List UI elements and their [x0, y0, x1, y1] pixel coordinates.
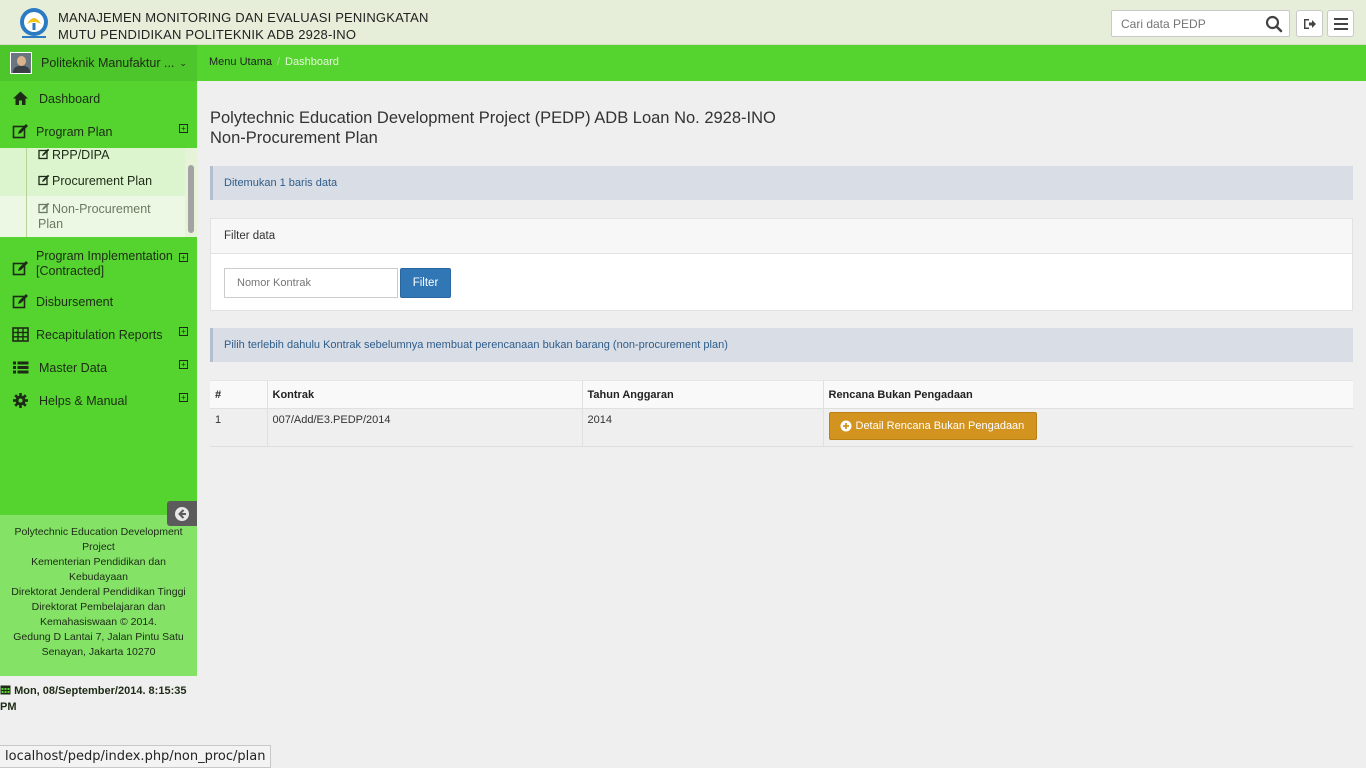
app-title-line2: MUTU PENDIDIKAN POLITEKNIK ADB 2928-INO [58, 27, 357, 42]
footer-line: Gedung D Lantai 7, Jalan Pintu Satu Sena… [13, 631, 184, 658]
cell-action: Detail Rencana Bukan Pengadaan [823, 408, 1353, 447]
edit-icon [38, 148, 50, 160]
datetime-text: Mon, 08/September/2014. 8:15:35 PM [0, 685, 187, 713]
sidebar-footer-info: Polytechnic Education Development Projec… [0, 515, 197, 676]
submenu-item-procurement-plan[interactable]: Procurement Plan [38, 174, 197, 188]
current-datetime: Mon, 08/September/2014. 8:15:35 PM [0, 683, 197, 715]
contract-table: # Kontrak Tahun Anggaran Rencana Bukan P… [210, 380, 1353, 447]
hamburger-menu-icon [1333, 17, 1348, 30]
table-row: 1 007/Add/E3.PEDP/2014 2014 Detail Renca… [210, 408, 1353, 447]
user-dropdown[interactable]: Politeknik Manufaktur ... ⌄ [0, 45, 197, 81]
avatar [10, 52, 32, 74]
home-icon [13, 91, 28, 105]
footer-line: Kementerian Pendidikan dan Kebudayaan [31, 556, 166, 583]
edit-icon [38, 202, 50, 214]
sidebar-item-label: Recapitulation Reports [36, 327, 163, 342]
submenu-label: RPP/DIPA [52, 148, 110, 162]
breadcrumb-separator: / [276, 56, 281, 68]
submenu-label: Procurement Plan [52, 174, 153, 188]
result-count-alert: Ditemukan 1 baris data [210, 166, 1353, 200]
footer-line: Direktorat Jenderal Pendidikan Tinggi [11, 586, 186, 598]
edit-icon [12, 124, 28, 139]
user-name: Politeknik Manufaktur ... [41, 56, 175, 70]
expand-icon[interactable]: + [179, 393, 188, 402]
nomor-kontrak-input[interactable] [224, 268, 398, 298]
scrollbar-thumb[interactable] [188, 165, 194, 233]
filter-panel-heading: Filter data [211, 219, 1352, 254]
table-icon [12, 327, 29, 342]
column-header-kontrak[interactable]: Kontrak [267, 380, 583, 409]
sign-out-icon [1303, 18, 1316, 29]
footer-line: Direktorat Pembelajaran dan Kemahasiswaa… [31, 601, 166, 628]
submenu-item-non-procurement-plan[interactable]: Non-Procurement Plan [38, 202, 178, 232]
expand-icon[interactable]: + [179, 124, 188, 133]
sidebar-item-label: Program Plan [36, 124, 113, 139]
expand-icon[interactable]: + [179, 360, 188, 369]
column-header-number[interactable]: # [210, 380, 268, 409]
calendar-icon [0, 685, 11, 695]
detail-button-label: Detail Rencana Bukan Pengadaan [855, 420, 1025, 432]
tut-wuri-handayani-logo[interactable] [17, 6, 51, 40]
program-plan-submenu: RPP/DIPA Procurement Plan Non-Procuremen… [0, 148, 197, 237]
app-header: MANAJEMEN MONITORING DAN EVALUASI PENING… [0, 0, 1366, 45]
collapse-sidebar-button[interactable] [167, 501, 197, 526]
edit-icon [12, 294, 28, 309]
sidebar: Dashboard Program Plan + RPP/DIPA Procur… [0, 81, 197, 713]
sidebar-item-dashboard[interactable]: Dashboard [0, 82, 197, 115]
sidebar-item-label: Disbursement [36, 294, 114, 309]
sidebar-item-label: Master Data [39, 360, 108, 375]
expand-icon[interactable]: + [179, 327, 188, 336]
list-icon [13, 361, 29, 374]
sidebar-item-helps-manual[interactable]: Helps & Manual + [0, 384, 197, 417]
cell-number: 1 [210, 408, 268, 447]
select-contract-notice: Pilih terlebih dahulu Kontrak sebelumnya… [210, 328, 1353, 362]
app-title: MANAJEMEN MONITORING DAN EVALUASI PENING… [58, 9, 429, 43]
column-header-rencana[interactable]: Rencana Bukan Pengadaan [823, 380, 1353, 409]
expand-icon[interactable]: + [179, 253, 188, 262]
sidebar-item-program-plan[interactable]: Program Plan + [0, 115, 197, 148]
column-header-tahun-anggaran[interactable]: Tahun Anggaran [582, 380, 824, 409]
arrow-circle-left-icon [175, 506, 189, 521]
edit-icon [12, 261, 28, 276]
breadcrumb: Menu Utama / Dashboard [209, 56, 339, 68]
chevron-down-icon: ⌄ [179, 57, 187, 68]
app-title-line1: MANAJEMEN MONITORING DAN EVALUASI PENING… [58, 10, 429, 25]
sidebar-item-recapitulation-reports[interactable]: Recapitulation Reports + [0, 318, 197, 351]
cell-kontrak: 007/Add/E3.PEDP/2014 [267, 408, 583, 447]
footer-line: Polytechnic Education Development Projec… [14, 526, 183, 553]
table-header-row: # Kontrak Tahun Anggaran Rencana Bukan P… [210, 380, 1353, 409]
breadcrumb-dashboard[interactable]: Dashboard [285, 56, 339, 68]
sidebar-item-disbursement[interactable]: Disbursement [0, 285, 197, 318]
search-input[interactable] [1112, 11, 1262, 36]
sidebar-item-label: Helps & Manual [39, 393, 128, 408]
main-menu-button[interactable] [1327, 10, 1354, 37]
search-icon[interactable] [1265, 15, 1283, 33]
submenu-label: Non-Procurement Plan [38, 202, 151, 231]
filter-panel: Filter data Filter [210, 218, 1353, 311]
cell-tahun: 2014 [582, 408, 824, 447]
detail-rencana-button[interactable]: Detail Rencana Bukan Pengadaan [828, 412, 1038, 440]
sidebar-item-label: Program Implementation [Contracted] [36, 249, 173, 278]
search-box [1111, 10, 1290, 37]
edit-icon [38, 174, 50, 186]
sidebar-item-program-implementation[interactable]: Program Implementation [Contracted] + [0, 244, 197, 284]
sidebar-item-master-data[interactable]: Master Data + [0, 351, 197, 384]
plus-circle-icon [840, 420, 851, 432]
submenu-item-rpp-dipa[interactable]: RPP/DIPA [38, 148, 197, 162]
page-title-line1: Polytechnic Education Development Projec… [210, 109, 776, 127]
status-bar-url: localhost/pedp/index.php/non_proc/plan [0, 745, 272, 768]
page-title-line2: Non-Procurement Plan [210, 129, 378, 147]
sidebar-item-label: Dashboard [39, 91, 101, 106]
logout-button[interactable] [1296, 10, 1323, 37]
breadcrumb-menu-utama[interactable]: Menu Utama [209, 56, 272, 68]
main-navbar: Politeknik Manufaktur ... ⌄ Menu Utama / D… [0, 45, 1366, 81]
filter-button[interactable]: Filter [400, 268, 451, 298]
gear-icon [13, 393, 28, 408]
page-title: Polytechnic Education Development Projec… [210, 108, 776, 148]
